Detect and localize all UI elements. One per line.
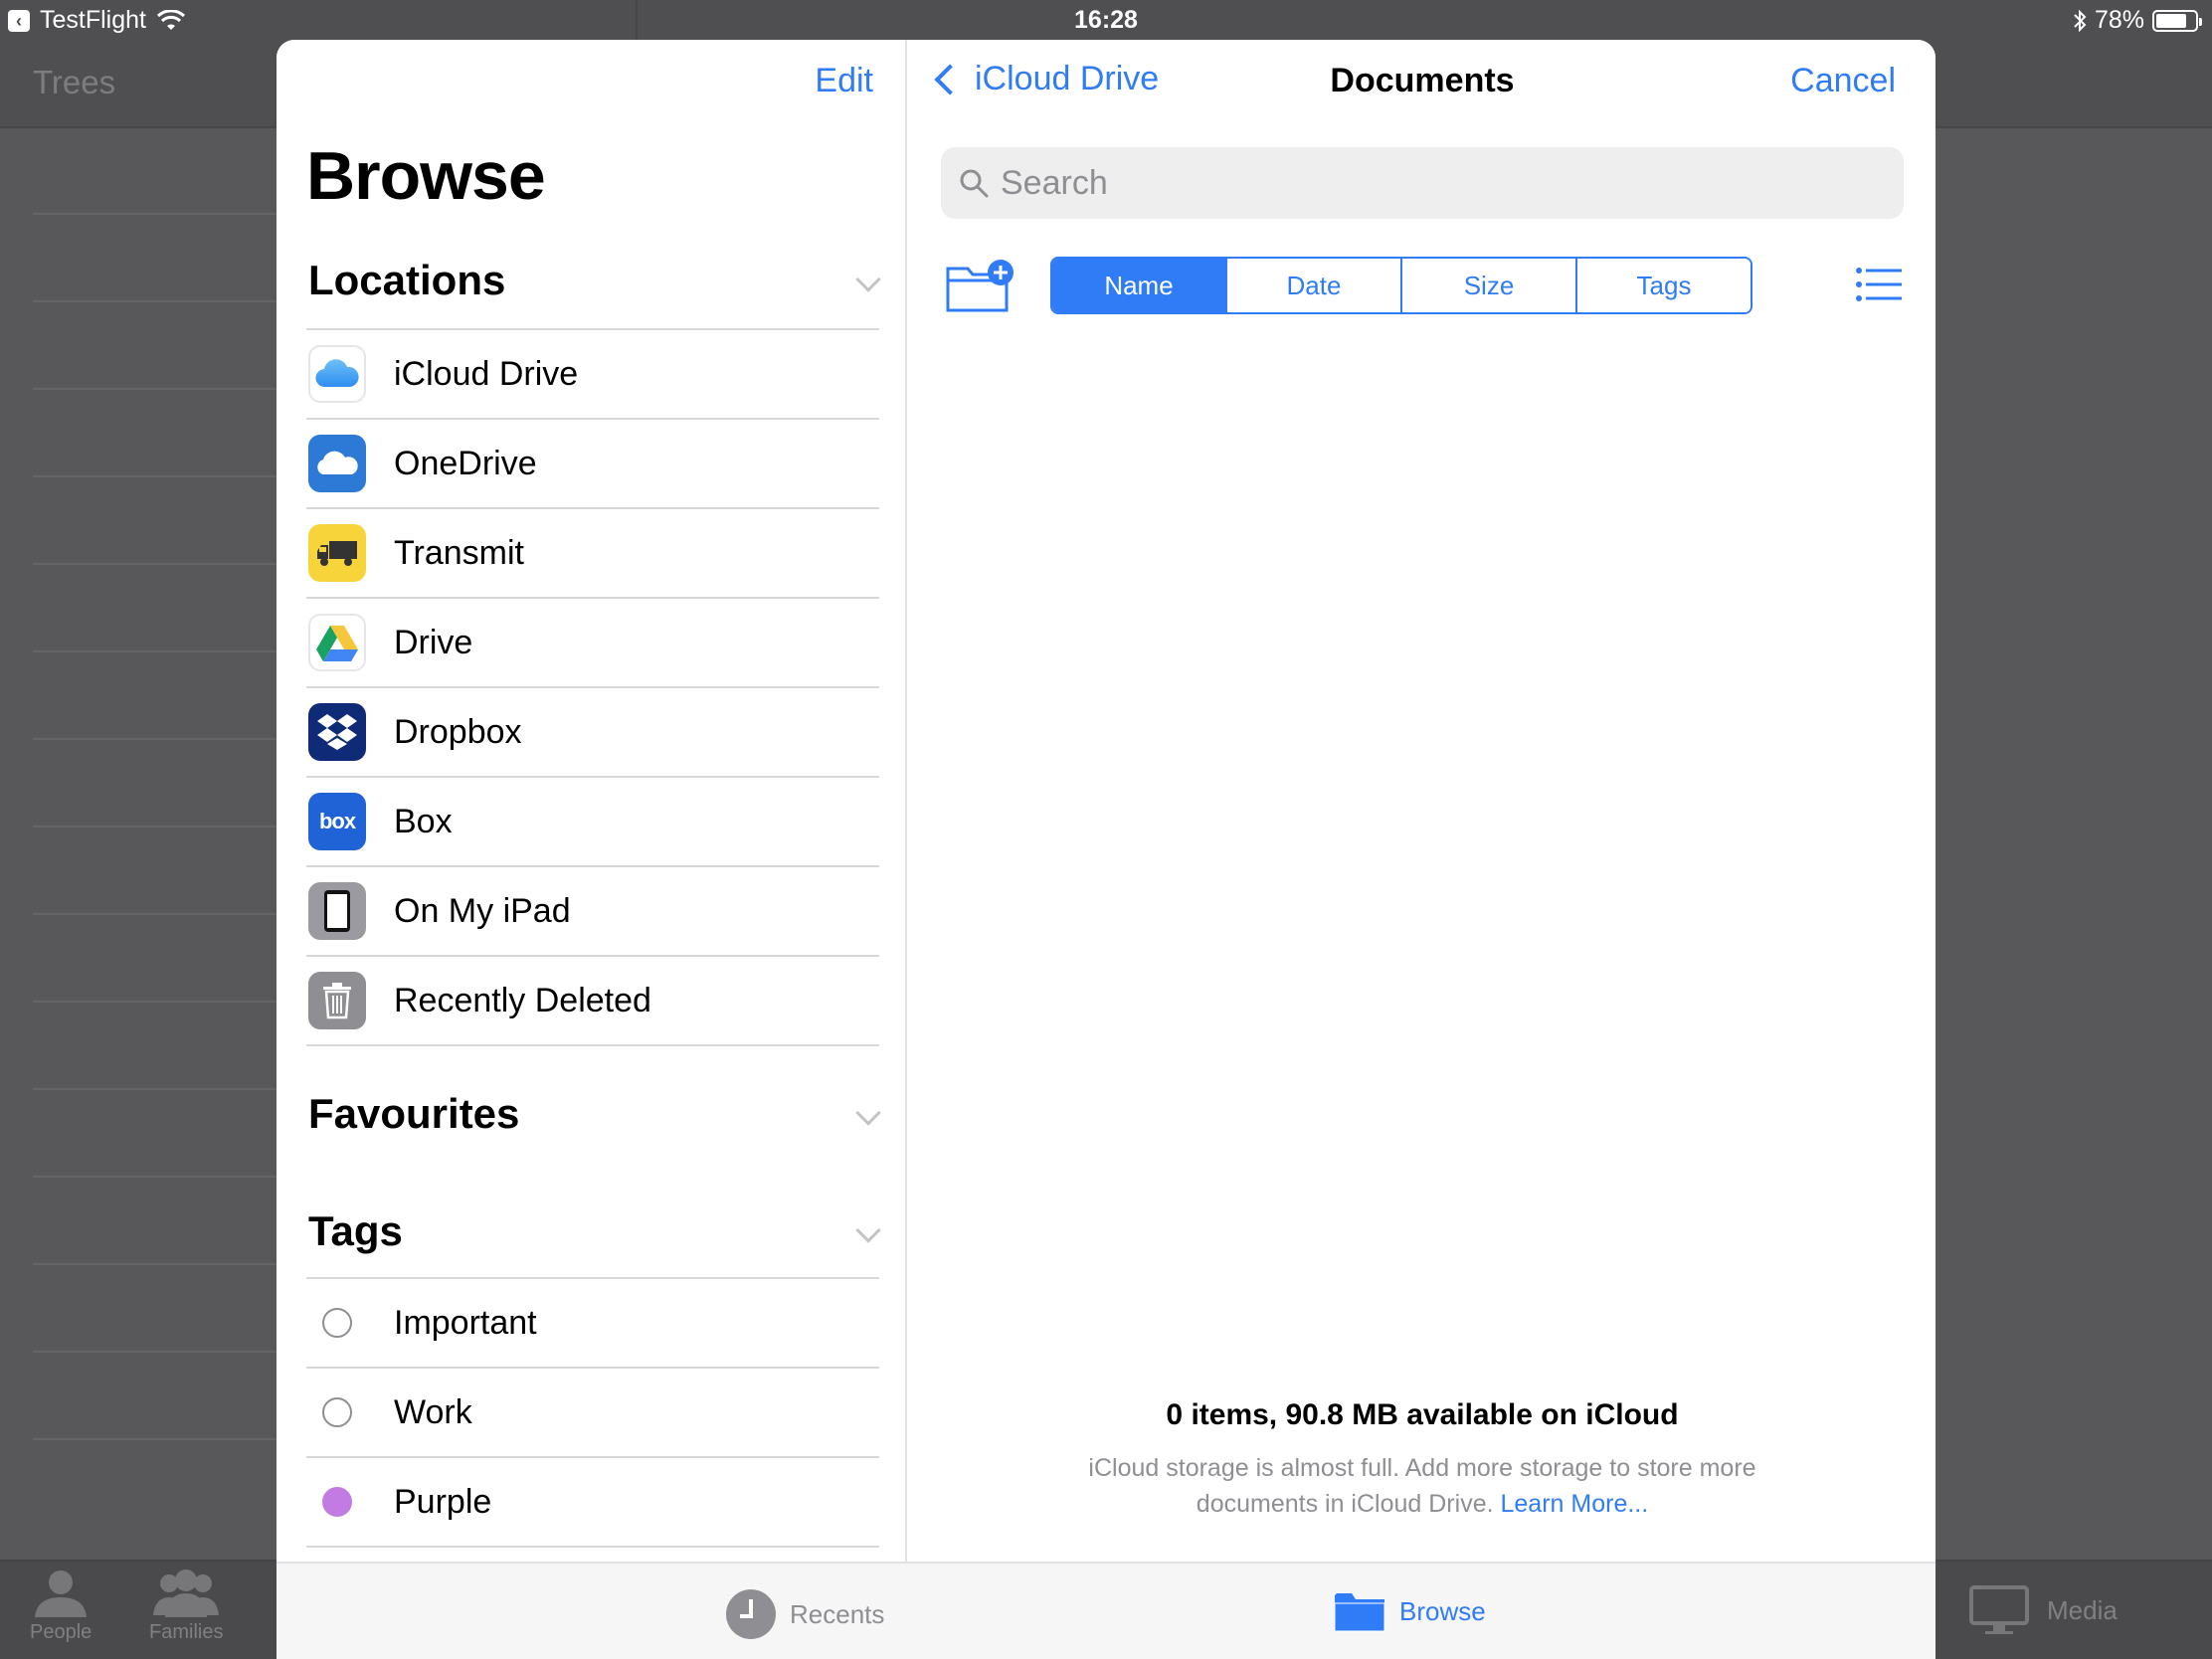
truck-icon [308, 524, 366, 582]
box-icon: box [308, 793, 366, 850]
location-on-my-ipad[interactable]: On My iPad [306, 867, 879, 957]
favourites-chevron-icon[interactable] [855, 1100, 881, 1126]
location-recently-deleted[interactable]: Recently Deleted [306, 957, 879, 1046]
tag-purple[interactable]: Purple [306, 1458, 879, 1548]
storage-warning: iCloud storage is almost full. Add more … [1088, 1454, 1756, 1518]
tab-recents[interactable]: Recents [726, 1589, 884, 1639]
favourites-header[interactable]: Favourites [308, 1090, 519, 1138]
battery-percent: 78% [2094, 6, 2144, 34]
tag-label: Important [394, 1303, 537, 1342]
status-bar: ‹ TestFlight 16:28 78% [0, 0, 2212, 40]
browse-sidebar: Edit Browse Locations iCloud Drive OneDr… [276, 40, 907, 1562]
background-row [33, 826, 281, 828]
learn-more-link[interactable]: Learn More... [1501, 1490, 1649, 1518]
location-dropbox[interactable]: Dropbox [306, 688, 879, 778]
ipad-icon [308, 882, 366, 940]
list-view-icon[interactable] [1856, 265, 1902, 304]
tag-work[interactable]: Work [306, 1369, 879, 1458]
background-row [33, 650, 281, 652]
svg-text:box: box [319, 810, 357, 833]
new-folder-icon[interactable] [945, 259, 1016, 314]
sort-name[interactable]: Name [1052, 259, 1227, 312]
location-label: OneDrive [394, 444, 537, 482]
background-tab-people: People [30, 1569, 92, 1644]
location-label: Transmit [394, 533, 524, 572]
tag-circle-icon [322, 1308, 352, 1338]
location-label: On My iPad [394, 891, 571, 930]
background-row [33, 1263, 281, 1265]
background-row [33, 300, 281, 302]
location-icloud-drive[interactable]: iCloud Drive [306, 330, 879, 420]
background-row [33, 475, 281, 477]
background-row [33, 1438, 281, 1440]
tags-list: Important Work Purple [306, 1277, 879, 1548]
monitor-icon [1969, 1585, 2029, 1634]
folder-icon [1334, 1593, 1385, 1632]
tags-chevron-icon[interactable] [855, 1217, 881, 1243]
person-icon [35, 1570, 88, 1617]
background-row [33, 1088, 281, 1090]
tag-label: Work [394, 1392, 472, 1431]
browse-title: Browse [306, 138, 546, 214]
background-row [33, 738, 281, 740]
battery-icon [2152, 9, 2202, 32]
sort-date[interactable]: Date [1227, 259, 1402, 312]
locations-list: iCloud Drive OneDrive Transmit Drive Dro… [306, 328, 879, 1046]
tab-browse[interactable]: Browse [1334, 1589, 1486, 1633]
background-row [33, 388, 281, 390]
icloud-icon [308, 345, 366, 403]
location-transmit[interactable]: Transmit [306, 509, 879, 599]
locations-chevron-icon[interactable] [855, 267, 881, 292]
cancel-button[interactable]: Cancel [1790, 62, 1896, 100]
documents-pane: iCloud Drive Documents Cancel Name Date … [909, 40, 1936, 1562]
location-label: Box [394, 802, 453, 840]
sort-segmented-control: Name Date Size Tags [1050, 257, 1752, 314]
background-tab-media: Media [1969, 1585, 2118, 1635]
tag-purple-dot-icon [322, 1487, 352, 1517]
clock-icon [726, 1589, 776, 1639]
google-drive-icon [308, 614, 366, 671]
tag-label: Purple [394, 1482, 492, 1521]
search-bar[interactable] [941, 147, 1904, 219]
background-row [33, 563, 281, 565]
people-icon [153, 1569, 220, 1617]
location-label: Recently Deleted [394, 981, 651, 1019]
dropbox-icon [308, 703, 366, 761]
search-input[interactable] [1001, 163, 1876, 203]
location-drive[interactable]: Drive [306, 599, 879, 688]
background-row [33, 1176, 281, 1178]
storage-summary: 0 items, 90.8 MB available on iCloud [1166, 1398, 1679, 1431]
background-tab-families: Families [149, 1569, 223, 1644]
background-row [33, 1351, 281, 1353]
background-row [33, 913, 281, 915]
location-label: Drive [394, 623, 473, 661]
status-right: 78% [2073, 6, 2202, 35]
status-time: 16:28 [1074, 6, 1138, 34]
sort-size[interactable]: Size [1402, 259, 1577, 312]
locations-header[interactable]: Locations [308, 257, 505, 304]
tags-header[interactable]: Tags [308, 1207, 403, 1255]
onedrive-icon [308, 435, 366, 492]
location-label: iCloud Drive [394, 354, 579, 393]
tag-important[interactable]: Important [306, 1279, 879, 1369]
location-onedrive[interactable]: OneDrive [306, 420, 879, 509]
trash-icon [308, 972, 366, 1029]
background-row [33, 1001, 281, 1003]
background-title: Trees [33, 64, 116, 100]
location-box[interactable]: box Box [306, 778, 879, 867]
page-title: Documents [1330, 62, 1515, 99]
bluetooth-icon [2074, 9, 2087, 32]
search-icon [960, 169, 989, 198]
tab-bar: Recents Browse [276, 1562, 1936, 1659]
tag-circle-icon [322, 1397, 352, 1427]
edit-button[interactable]: Edit [815, 62, 873, 100]
document-picker-sheet: Edit Browse Locations iCloud Drive OneDr… [276, 40, 1936, 1659]
background-row [33, 213, 281, 215]
location-label: Dropbox [394, 712, 522, 751]
sort-tags[interactable]: Tags [1577, 259, 1751, 312]
